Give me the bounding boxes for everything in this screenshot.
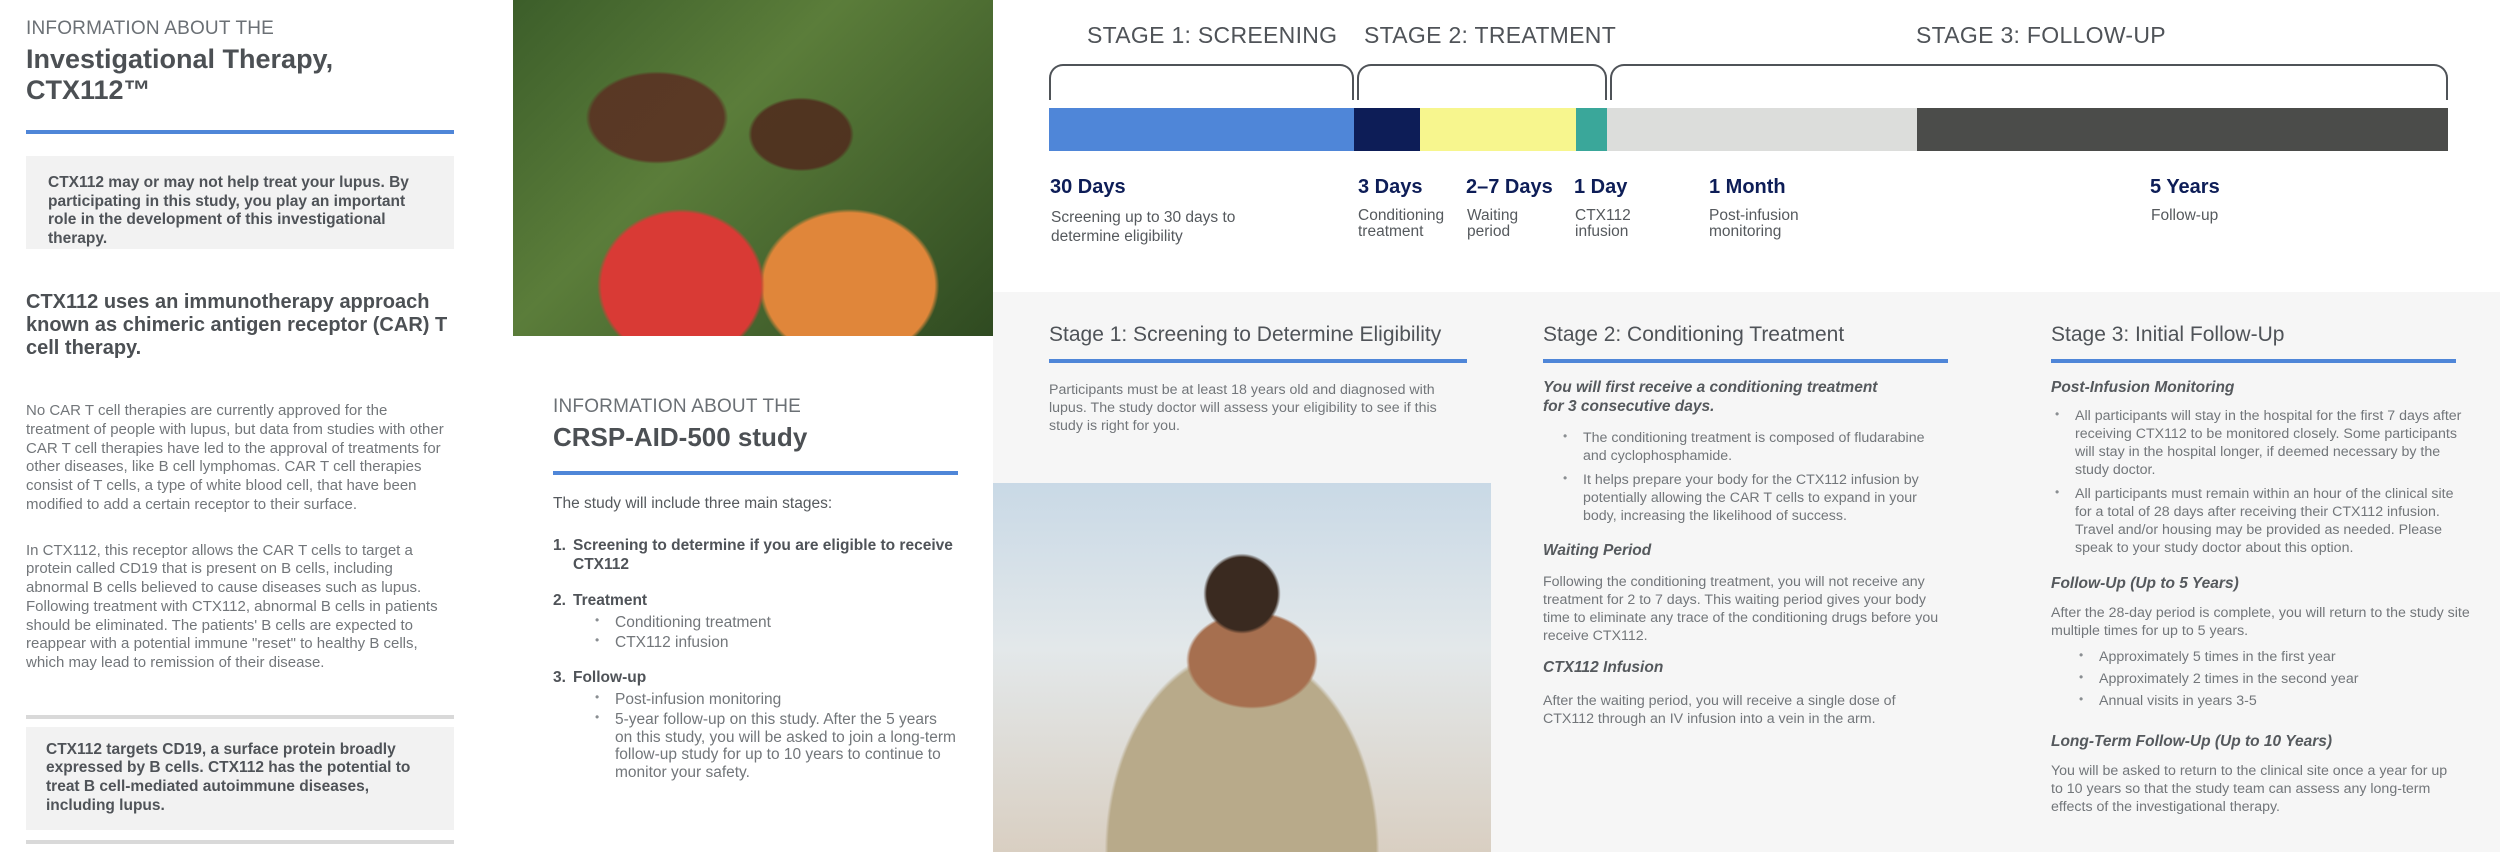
duration-30-days: 30 Days [1050,176,1126,198]
stage-label: Screening to determine if you are eligib… [573,537,953,573]
waiting-period-heading: Waiting Period [1543,542,1652,559]
therapy-title: Investigational Therapy, CTX112™ [26,44,334,105]
study-stage-3: 3. Follow-up Post-infusion monitoring 5-… [553,669,958,782]
stage-number: 2. [553,592,566,610]
list-item: Conditioning treatment [593,614,958,632]
stage-1-text: Participants must be at least 18 years o… [1049,382,1437,435]
study-stage-1: 1. Screening to determine if you are eli… [553,537,958,574]
study-title: CRSP-AID-500 study [553,422,808,452]
infusion-text: After the waiting period, you will recei… [1543,693,1896,728]
callout-bottom-rule [26,839,454,844]
timeline-stage-2-label: STAGE 2: TREATMENT [1364,22,1617,48]
timeline-stage-3-label: STAGE 3: FOLLOW-UP [1916,22,2166,48]
duration-1-day: 1 Day [1574,176,1628,198]
study-intro: The study will include three main stages… [553,495,833,512]
therapy-paragraph-2: In CTX112, this receptor allows the CAR … [26,541,438,672]
stage-1-rule [1049,359,1467,363]
duration-30-days-caption: Screening up to 30 days to determine eli… [1051,209,1236,246]
follow-up-heading: Follow-Up (Up to 5 Years) [2051,575,2239,592]
stage-2-heading: Stage 2: Conditioning Treatment [1543,323,1845,346]
duration-5-years: 5 Years [2150,176,2220,198]
stage-label: Follow-up [573,669,647,687]
therapy-title-rule [26,130,454,134]
timeline-bar-waiting [1420,108,1576,151]
conditioning-bullets: The conditioning treatment is composed o… [1559,429,1949,531]
therapy-overline: INFORMATION ABOUT THE [26,18,275,39]
therapy-paragraph-1: No CAR T cell therapies are currently ap… [26,402,444,513]
infusion-heading: CTX112 Infusion [1543,659,1664,676]
long-term-follow-up-heading: Long-Term Follow-Up (Up to 10 Years) [2051,733,2333,750]
therapy-lead: CTX112 uses an immunotherapy approach kn… [26,291,448,359]
study-stage-list: 1. Screening to determine if you are eli… [553,537,958,782]
duration-2-7-days: 2–7 Days [1466,176,1553,198]
stage-3-sublist: Post-infusion monitoring 5-year follow-u… [593,691,958,782]
timeline-bar-follow-up [1917,108,2448,151]
list-item: Post-infusion monitoring [593,691,958,709]
two-women-hugging-photo [513,0,993,336]
post-infusion-heading: Post-Infusion Monitoring [2051,379,2235,396]
study-timeline: STAGE 1: SCREENING STAGE 2: TREATMENT ST… [993,0,2500,292]
stage-2-rule [1543,359,1948,363]
follow-up-bullets: Approximately 5 times in the first year … [2075,648,2465,714]
therapy-info-column: INFORMATION ABOUT THE Investigational Th… [26,18,454,844]
stage-label: Treatment [573,592,648,610]
stage-3-bracket [1610,64,2448,100]
list-item: 5-year follow-up on this study. After th… [593,711,958,782]
study-title-rule [553,471,958,475]
post-infusion-bullets: All participants will stay in the hospit… [2051,407,2471,563]
study-overline: INFORMATION ABOUT THE [553,396,802,417]
timeline-bar-conditioning [1354,108,1420,151]
stage-1-heading: Stage 1: Screening to Determine Eligibil… [1049,323,1442,346]
waiting-period-text: Following the conditioning treatment, yo… [1543,574,1939,645]
timeline-bar-monitoring [1607,108,1917,151]
duration-3-days: 3 Days [1358,176,1423,198]
timeline-bar-infusion [1576,108,1607,151]
therapy-callout: CTX112 may or may not help treat your lu… [26,156,454,249]
list-item: Approximately 2 times in the second year [2075,670,2465,688]
timeline-bar-screening [1049,108,1354,151]
duration-5-years-caption: Follow-up [2151,207,2219,224]
stage-3-rule [2051,359,2456,363]
duration-3-days-caption: Conditioning treatment [1358,207,1445,241]
stage-1-bracket [1049,64,1354,100]
list-item: All participants will stay in the hospit… [2051,407,2471,479]
cd19-callout: CTX112 targets CD19, a surface protein b… [26,726,454,830]
list-item: It helps prepare your body for the CTX11… [1559,471,1949,525]
stage-number: 1. [553,537,566,554]
conditioning-intro: You will first receive a conditioning tr… [1543,379,1878,415]
stage-number: 3. [553,669,566,687]
duration-2-7-days-caption: Waiting period [1467,207,1519,241]
stage-3-heading: Stage 3: Initial Follow-Up [2051,323,2285,346]
study-info-column: INFORMATION ABOUT THE CRSP-AID-500 study… [553,396,958,800]
duration-1-month-caption: Post-infusion monitoring [1709,207,1799,241]
stage-2-sublist: Conditioning treatment CTX112 infusion [593,614,958,652]
cd19-callout-box: CTX112 targets CD19, a surface protein b… [26,714,454,844]
duration-1-month: 1 Month [1709,176,1786,198]
stage-2-bracket [1357,64,1607,100]
follow-up-text: After the 28-day period is complete, you… [2051,605,2470,640]
study-stage-2: 2. Treatment Conditioning treatment CTX1… [553,592,958,651]
timeline-stage-1-label: STAGE 1: SCREENING [1087,22,1338,48]
list-item: CTX112 infusion [593,634,958,652]
long-term-follow-up-text: You will be asked to return to the clini… [2051,763,2448,816]
duration-1-day-caption: CTX112 infusion [1575,207,1631,241]
list-item: All participants must remain within an h… [2051,485,2471,557]
callout-top-rule [26,714,454,719]
smiling-man-photo [993,483,1491,852]
list-item: Annual visits in years 3-5 [2075,692,2465,710]
list-item: Approximately 5 times in the first year [2075,648,2465,666]
list-item: The conditioning treatment is composed o… [1559,429,1949,465]
